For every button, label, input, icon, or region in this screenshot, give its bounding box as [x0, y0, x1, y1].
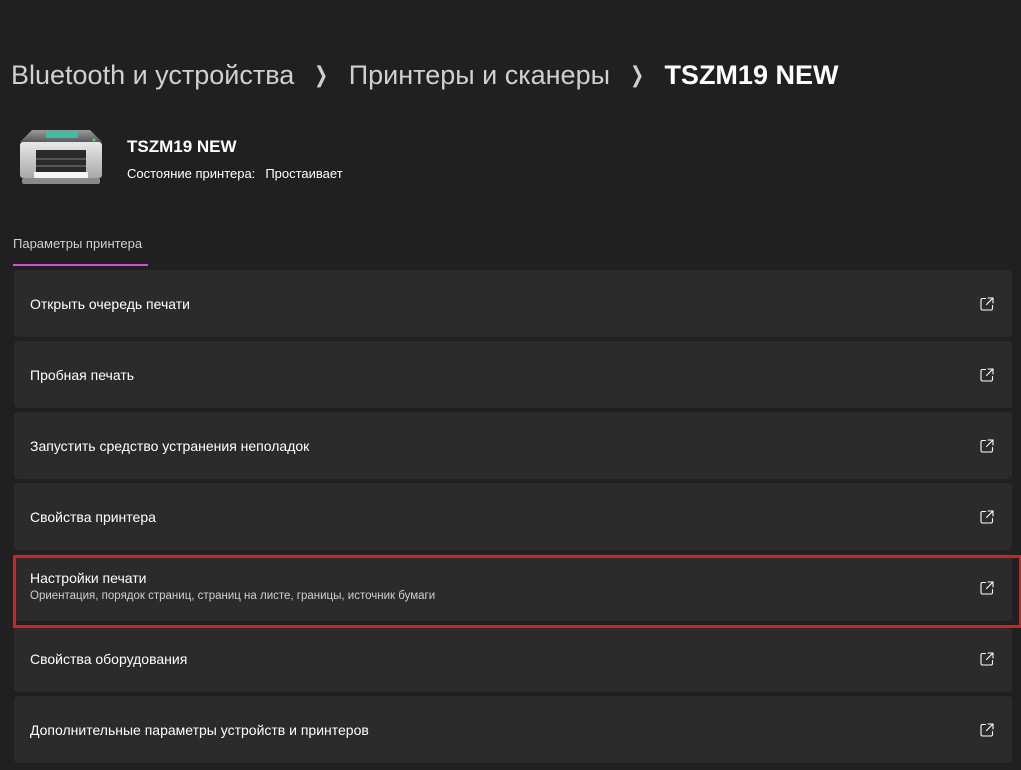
printing-preferences-item[interactable]: Настройки печати Ориентация, порядок стр…	[14, 554, 1012, 621]
settings-page: Bluetooth и устройства ❯ Принтеры и скан…	[0, 0, 1021, 770]
open-external-icon	[980, 722, 994, 737]
printer-status: Состояние принтера: Простаивает	[127, 166, 343, 181]
open-external-icon	[980, 438, 994, 453]
open-external-icon	[980, 509, 994, 524]
list-item-label: Свойства оборудования	[30, 650, 188, 667]
breadcrumb: Bluetooth и устройства ❯ Принтеры и скан…	[11, 52, 838, 98]
breadcrumb-bluetooth-devices[interactable]: Bluetooth и устройства	[11, 60, 294, 91]
printer-properties-item[interactable]: Свойства принтера	[14, 483, 1012, 550]
printer-name: TSZM19 NEW	[127, 137, 237, 156]
list-item-label: Свойства принтера	[30, 508, 156, 525]
hardware-properties-item[interactable]: Свойства оборудования	[14, 625, 1012, 692]
list-item-label: Настройки печати	[30, 570, 147, 586]
open-external-icon	[980, 367, 994, 382]
printer-icon	[18, 128, 104, 188]
printer-status-label: Состояние принтера:	[127, 166, 256, 181]
breadcrumb-printers-scanners[interactable]: Принтеры и сканеры	[349, 60, 610, 91]
section-underline	[13, 264, 148, 266]
list-item-label: Открыть очередь печати	[30, 295, 190, 312]
printer-status-value: Простаивает	[265, 166, 343, 181]
page-title: TSZM19 NEW	[664, 59, 839, 90]
test-print-item[interactable]: Пробная печать	[14, 341, 1012, 408]
advanced-devices-printers-item[interactable]: Дополнительные параметры устройств и при…	[14, 696, 1012, 763]
list-item-label: Запустить средство устранения неполадок	[30, 437, 310, 454]
run-troubleshooter-item[interactable]: Запустить средство устранения неполадок	[14, 412, 1012, 479]
list-item-label: Дополнительные параметры устройств и при…	[30, 721, 369, 738]
open-external-icon	[980, 296, 994, 311]
printer-header: TSZM19 NEW Состояние принтера: Простаивае…	[18, 128, 343, 188]
printer-info: TSZM19 NEW Состояние принтера: Простаивае…	[127, 137, 343, 181]
chevron-right-icon: ❯	[630, 62, 645, 87]
open-print-queue-item[interactable]: Открыть очередь печати	[14, 270, 1012, 337]
open-external-icon	[980, 580, 994, 595]
section-title: Параметры принтера	[13, 236, 143, 251]
chevron-right-icon: ❯	[314, 62, 329, 87]
open-external-icon	[980, 651, 994, 666]
list-item-label: Пробная печать	[30, 366, 135, 383]
list-item-description: Ориентация, порядок страниц, страниц на …	[30, 590, 436, 602]
settings-list: Открыть очередь печати Пробная печать За…	[14, 270, 1012, 767]
